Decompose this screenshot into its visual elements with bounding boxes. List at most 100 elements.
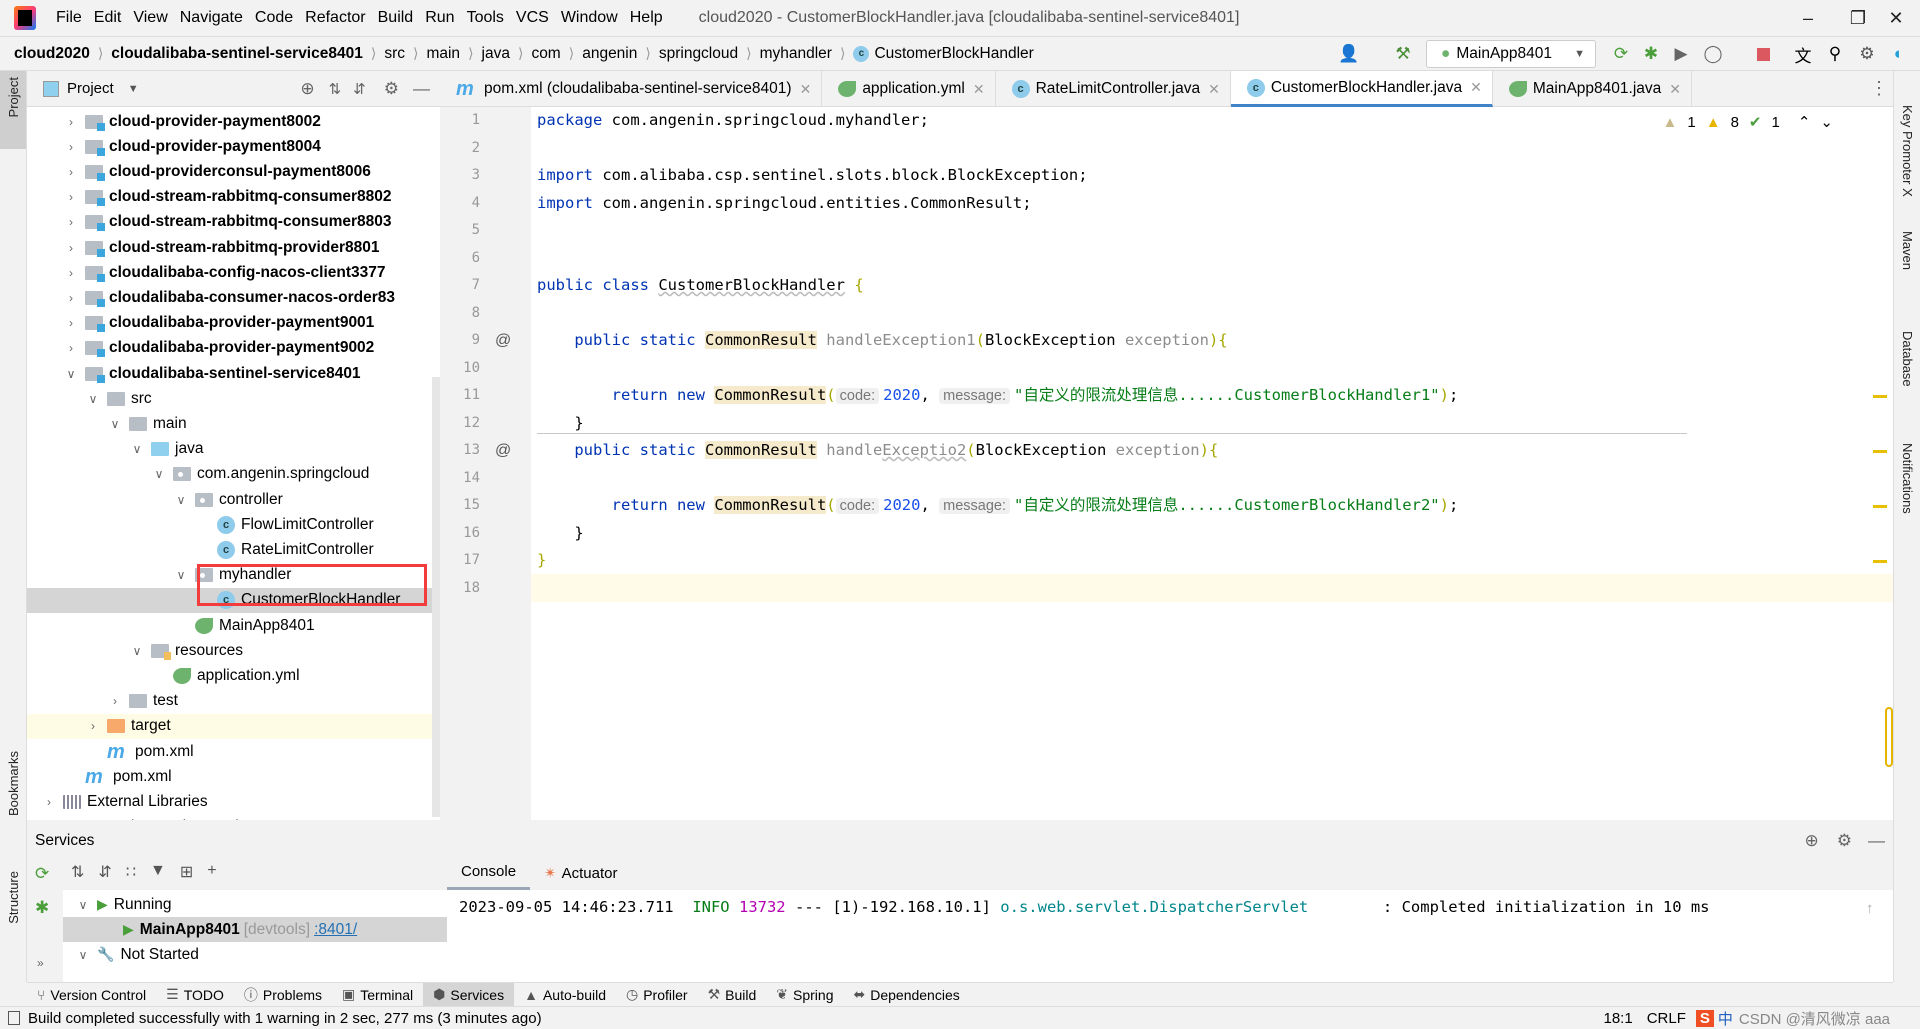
tree-item[interactable]: › cloud-provider-payment8002 — [27, 109, 440, 134]
implements-marker-icon[interactable]: @ — [495, 327, 511, 355]
chevron-right-icon[interactable]: › — [85, 719, 101, 733]
chevron-right-icon[interactable]: › — [63, 165, 79, 179]
tool-terminal[interactable]: ▣ Terminal — [332, 983, 423, 1007]
bookmarks-tool-button[interactable]: Bookmarks — [6, 751, 21, 816]
breadcrumb-item[interactable]: cloudalibaba-sentinel-service8401 — [111, 45, 363, 63]
menu-view[interactable]: View — [127, 9, 173, 27]
chevron-down-icon[interactable]: ▼ — [128, 83, 139, 95]
tab-customerblockhandler[interactable]: c CustomerBlockHandler.java ✕ — [1230, 71, 1493, 107]
breadcrumb-item[interactable]: cloud2020 — [14, 45, 90, 63]
service-item[interactable]: ▶ MainApp8401 [devtools]:8401/ — [63, 917, 447, 942]
close-tab-icon[interactable]: ✕ — [1669, 81, 1681, 98]
close-tab-icon[interactable]: ✕ — [973, 81, 985, 98]
locate-icon[interactable]: ⊕ — [1805, 831, 1819, 851]
tab-pom[interactable]: m pom.xml (cloudalibaba-sentinel-service8… — [440, 71, 823, 107]
tab-application[interactable]: application.yml ✕ — [822, 71, 996, 107]
tool-todo[interactable]: ☰ TODO — [156, 983, 234, 1007]
breadcrumb-item[interactable]: angenin — [582, 45, 637, 63]
tool-profiler[interactable]: ◷ Profiler — [616, 983, 698, 1007]
tool-services[interactable]: ⬢ Services — [423, 982, 515, 1007]
chevron-down-icon[interactable]: ∨ — [75, 948, 91, 962]
tree-item[interactable]: ∨ cloudalibaba-sentinel-service8401 — [27, 361, 440, 386]
tree-item[interactable]: › cloud-stream-rabbitmq-consumer8802 — [27, 185, 440, 210]
chevron-right-icon[interactable]: › — [63, 190, 79, 204]
status-message[interactable]: Build completed successfully with 1 warn… — [28, 1010, 542, 1027]
breadcrumb-item[interactable]: springcloud — [659, 45, 738, 63]
breadcrumb-item[interactable]: myhandler — [760, 45, 832, 63]
hide-panel-icon[interactable]: — — [413, 79, 430, 99]
close-window-button[interactable]: ✕ — [1872, 0, 1920, 36]
breadcrumb-item[interactable]: java — [482, 45, 510, 63]
structure-tool-button[interactable]: Structure — [6, 871, 21, 924]
menu-build[interactable]: Build — [372, 9, 420, 27]
tree-item[interactable]: ∨ java — [27, 437, 440, 462]
more-icon[interactable]: » — [37, 956, 44, 970]
tree-item[interactable]: › cloud-provider-payment8004 — [27, 134, 440, 159]
collapse-all-icon[interactable]: ⇵ — [353, 80, 366, 98]
tree-item[interactable]: ∨ resources — [27, 638, 440, 663]
service-url-link[interactable]: :8401/ — [314, 921, 357, 939]
tree-item[interactable]: › cloudalibaba-provider-payment9002 — [27, 336, 440, 361]
menu-run[interactable]: Run — [419, 9, 460, 27]
breadcrumb-item[interactable]: com — [531, 45, 560, 63]
settings-gear-icon[interactable]: ⚙ — [1856, 42, 1878, 66]
tree-item[interactable]: › test — [27, 689, 440, 714]
tree-item[interactable]: c RateLimitController — [27, 537, 440, 562]
tree-item[interactable]: › cloudalibaba-consumer-nacos-order83 — [27, 285, 440, 310]
tree-item[interactable]: › cloud-stream-rabbitmq-provider8801 — [27, 235, 440, 260]
chevron-down-icon[interactable]: ∨ — [107, 417, 123, 431]
chevron-down-icon[interactable]: ∨ — [129, 644, 145, 658]
maven-tool-button[interactable]: Maven — [1900, 231, 1915, 270]
tree-item[interactable]: ∨ src — [27, 386, 440, 411]
key-promoter-tool-button[interactable]: Key Promoter X — [1900, 105, 1915, 197]
tree-item[interactable]: c FlowLimitController — [27, 512, 440, 537]
menu-window[interactable]: Window — [555, 9, 624, 27]
group-by-icon[interactable]: ∷ — [126, 862, 136, 882]
chevron-right-icon[interactable]: › — [63, 140, 79, 154]
chevron-down-icon[interactable]: ∨ — [173, 493, 189, 507]
code-editor[interactable]: 1 2 3 4 5 6 7 8 9 @10 11 12 13 @14 15 16 17 18 package co… — [440, 107, 1893, 820]
chevron-down-icon[interactable]: ∨ — [151, 467, 167, 481]
close-tab-icon[interactable]: ✕ — [1208, 81, 1220, 98]
project-view-select[interactable]: Project — [67, 80, 114, 97]
toolbox-icon[interactable]: ◖ — [1886, 42, 1908, 66]
settings-gear-icon[interactable]: ⚙ — [384, 79, 399, 99]
tree-item[interactable]: › cloudalibaba-config-nacos-client3377 — [27, 260, 440, 285]
project-tool-button[interactable]: Project — [0, 71, 26, 149]
warning-stripe-mark[interactable] — [1873, 395, 1887, 398]
settings-gear-icon[interactable]: ⚙ — [1837, 831, 1852, 851]
debug-icon[interactable]: ✱ — [35, 898, 49, 918]
next-highlight-icon[interactable]: ⌄ — [1820, 113, 1833, 131]
coverage-icon[interactable]: ▶ — [1670, 42, 1692, 66]
chevron-right-icon[interactable]: › — [63, 115, 79, 129]
tool-dependencies[interactable]: ⬌ Dependencies — [843, 983, 969, 1007]
user-icon[interactable]: 👤 — [1338, 42, 1360, 66]
stop-icon[interactable] — [1752, 42, 1774, 66]
warning-stripe-mark[interactable] — [1873, 450, 1887, 453]
tree-item[interactable]: › cloud-stream-rabbitmq-consumer8803 — [27, 210, 440, 235]
tree-item[interactable]: › cloudalibaba-provider-payment9001 — [27, 311, 440, 336]
tab-mainapp8401[interactable]: MainApp8401.java ✕ — [1493, 71, 1692, 107]
close-tab-icon[interactable]: ✕ — [800, 81, 812, 98]
build-hammer-icon[interactable]: ⚒ — [1392, 42, 1414, 66]
previous-highlight-icon[interactable]: ⌃ — [1798, 113, 1811, 131]
add-icon[interactable]: + — [207, 862, 216, 882]
tree-item[interactable]: ∨ main — [27, 411, 440, 436]
tool-auto-build[interactable]: ▲ Auto-build — [514, 983, 616, 1007]
minimize-button[interactable]: – — [1780, 0, 1836, 36]
expand-all-icon[interactable]: ⇅ — [329, 80, 342, 98]
chevron-right-icon[interactable]: › — [41, 795, 57, 809]
profile-icon[interactable]: ◯ — [1702, 42, 1724, 66]
tree-item[interactable]: ∨ com.angenin.springcloud — [27, 462, 440, 487]
chevron-down-icon[interactable]: ∨ — [75, 898, 91, 912]
chevron-right-icon[interactable]: › — [63, 291, 79, 305]
chevron-down-icon[interactable]: ∨ — [173, 568, 189, 582]
translate-icon[interactable]: 文 — [1792, 42, 1814, 66]
line-separator[interactable]: CRLF — [1647, 1010, 1686, 1027]
locate-icon[interactable]: ⊕ — [300, 79, 328, 99]
menu-tools[interactable]: Tools — [461, 9, 510, 27]
tree-item[interactable]: ∨ controller — [27, 487, 440, 512]
more-tabs-icon[interactable]: ⋮ — [1870, 78, 1888, 99]
menu-help[interactable]: Help — [624, 9, 669, 27]
chevron-right-icon[interactable]: › — [63, 215, 79, 229]
